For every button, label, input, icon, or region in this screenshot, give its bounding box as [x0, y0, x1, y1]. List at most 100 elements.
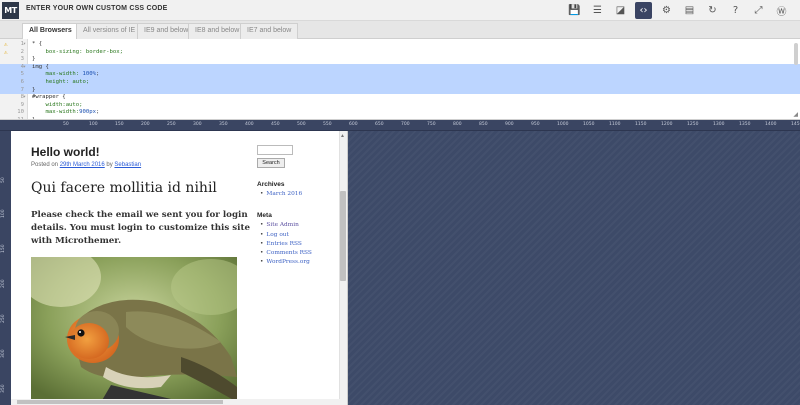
css-editor[interactable]: ⚠ 1 ▾ * {⚠ 2 box-sizing: border-box; 3} 4 ▾ img …	[0, 39, 800, 120]
browser-tabs: All Browsers All versions of IE IE9 and …	[0, 21, 800, 39]
code-icon[interactable]: ‹›	[635, 2, 652, 19]
code-text[interactable]: #wrapper {	[32, 94, 66, 102]
archives-list: March 2016	[257, 190, 337, 199]
warning-icon[interactable]: ⚠	[4, 41, 8, 49]
code-text[interactable]: box-sizing: border-box;	[32, 49, 122, 57]
resize-handle-icon[interactable]: ◢	[793, 111, 798, 118]
help-icon[interactable]: ?	[727, 2, 744, 19]
sidebar: Search Archives March 2016 Meta Site Adm…	[257, 145, 337, 268]
ruler-tick: 1050	[583, 122, 595, 127]
tab-ie8[interactable]: IE8 and below	[188, 23, 247, 39]
meta-link-entries-rss[interactable]: Entries RSS	[260, 240, 337, 249]
ruler-tick: 450	[271, 122, 280, 127]
meta-link-site-admin[interactable]: Site Admin	[260, 221, 337, 230]
save-icon[interactable]: 💾	[566, 2, 583, 19]
preview-vertical-scrollbar[interactable]: ▲	[339, 131, 347, 405]
meta-link-wordpress[interactable]: WordPress.org	[260, 258, 337, 267]
code-line[interactable]: 7}	[0, 86, 800, 95]
search-input[interactable]	[257, 145, 293, 155]
ruler-tick: 500	[297, 122, 306, 127]
ruler-tick: 300	[1, 349, 6, 358]
post-meta: Posted on 29th March 2016 by Sebastian	[31, 162, 141, 168]
horizontal-scroll-thumb[interactable]	[17, 400, 223, 404]
preview-horizontal-scrollbar[interactable]	[11, 399, 340, 405]
code-text[interactable]: img {	[32, 64, 49, 72]
tab-ie9[interactable]: IE9 and below	[137, 23, 196, 39]
ruler-tick: 1450	[791, 122, 800, 127]
ruler-tick: 1400	[765, 122, 777, 127]
wordpress-icon[interactable]: Ⓦ	[773, 2, 790, 19]
line-number: 10	[17, 109, 24, 116]
ruler-tick: 1150	[635, 122, 647, 127]
tab-ie7[interactable]: IE7 and below	[240, 23, 299, 39]
line-number: 3	[20, 56, 24, 63]
code-line[interactable]: ⚠ 1 ▾ * {	[0, 41, 800, 49]
ruler-tick: 250	[167, 122, 176, 127]
code-line[interactable]: 5 max-width: 100%;	[0, 71, 800, 79]
code-line[interactable]: 10 max-width:900px;	[0, 109, 800, 117]
meta-prefix: Posted on	[31, 162, 59, 168]
vertical-scroll-thumb[interactable]	[340, 191, 346, 281]
code-text[interactable]: width:auto;	[32, 102, 82, 110]
site-content: Hello world! Posted on 29th March 2016 b…	[11, 131, 340, 405]
app-title: ENTER YOUR OWN CUSTOM CSS CODE	[26, 5, 168, 12]
login-notice: Please check the email we sent you for l…	[31, 210, 251, 246]
code-line[interactable]: 9 width:auto;	[0, 102, 800, 110]
code-line[interactable]: 6 height: auto;	[0, 79, 800, 87]
fold-icon[interactable]: ▾	[23, 41, 26, 49]
post-date-link[interactable]: 29th March 2016	[60, 162, 105, 168]
code-line[interactable]: 3}	[0, 56, 800, 64]
ruler-tick: 300	[193, 122, 202, 127]
ruler-tick: 1200	[661, 122, 673, 127]
tab-all-ie[interactable]: All versions of IE	[76, 23, 143, 39]
ruler-tick: 50	[63, 122, 69, 127]
fold-icon[interactable]: ▾	[23, 64, 26, 72]
horizontal-ruler: 50 100 150 200 250 300 350 400 450 500 550 600 650 70…	[0, 120, 800, 131]
ruler-tick: 250	[1, 314, 6, 323]
expand-icon[interactable]: ⤢	[750, 2, 767, 19]
ruler-tick: 900	[505, 122, 514, 127]
ruler-tick: 1300	[713, 122, 725, 127]
code-text[interactable]: max-width: 100%;	[32, 71, 99, 79]
editor-scrollbar[interactable]	[794, 43, 798, 65]
code-line[interactable]: 4 ▾ img {	[0, 63, 800, 72]
fold-icon[interactable]: ▾	[23, 94, 26, 102]
edit-icon[interactable]: ◪	[612, 2, 629, 19]
line-number: 2	[20, 48, 24, 55]
ruler-tick: 550	[323, 122, 332, 127]
line-number: 7	[20, 86, 24, 93]
post-title[interactable]: Hello world!	[31, 145, 100, 159]
scroll-up-icon[interactable]: ▲	[340, 133, 346, 139]
layout-icon[interactable]: ☰	[589, 2, 606, 19]
code-text[interactable]: }	[32, 56, 35, 64]
tab-all-browsers[interactable]: All Browsers	[22, 23, 79, 39]
code-text[interactable]: max-width:900px;	[32, 109, 99, 117]
ruler-tick: 1350	[739, 122, 751, 127]
code-line[interactable]: 8 ▾ #wrapper {	[0, 94, 800, 102]
archive-link[interactable]: March 2016	[260, 190, 337, 199]
post-heading: Qui facere mollitia id nihil	[31, 180, 217, 196]
line-number: 9	[20, 101, 24, 108]
code-text[interactable]: }	[32, 87, 35, 95]
gear-icon[interactable]: ⚙	[658, 2, 675, 19]
warning-icon[interactable]: ⚠	[4, 49, 8, 57]
code-text[interactable]: height: auto;	[32, 79, 89, 87]
code-text[interactable]: * {	[32, 41, 42, 49]
toolbar: 💾 ☰ ◪ ‹› ⚙ ▤ ↻? ⤢ Ⓦ	[566, 2, 800, 19]
meta-link-comments-rss[interactable]: Comments RSS	[260, 249, 337, 258]
code-line[interactable]: ⚠ 2 box-sizing: border-box;	[0, 49, 800, 57]
robin-image	[31, 257, 237, 402]
monitor-icon[interactable]: ▤	[681, 2, 698, 19]
line-number: 5	[20, 71, 24, 78]
ruler-tick: 850	[479, 122, 488, 127]
ruler-tick: 1100	[609, 122, 621, 127]
meta-link-log-out[interactable]: Log out	[260, 231, 337, 240]
author-link[interactable]: Sebastian	[114, 162, 141, 168]
site-preview[interactable]: Hello world! Posted on 29th March 2016 b…	[11, 131, 348, 405]
ruler-tick: 350	[1, 384, 6, 393]
ruler-tick: 50	[1, 177, 6, 183]
ruler-tick: 200	[1, 279, 6, 288]
search-button[interactable]: Search	[257, 158, 285, 168]
refresh-icon[interactable]: ↻	[704, 2, 721, 19]
ruler-tick: 100	[1, 209, 6, 218]
